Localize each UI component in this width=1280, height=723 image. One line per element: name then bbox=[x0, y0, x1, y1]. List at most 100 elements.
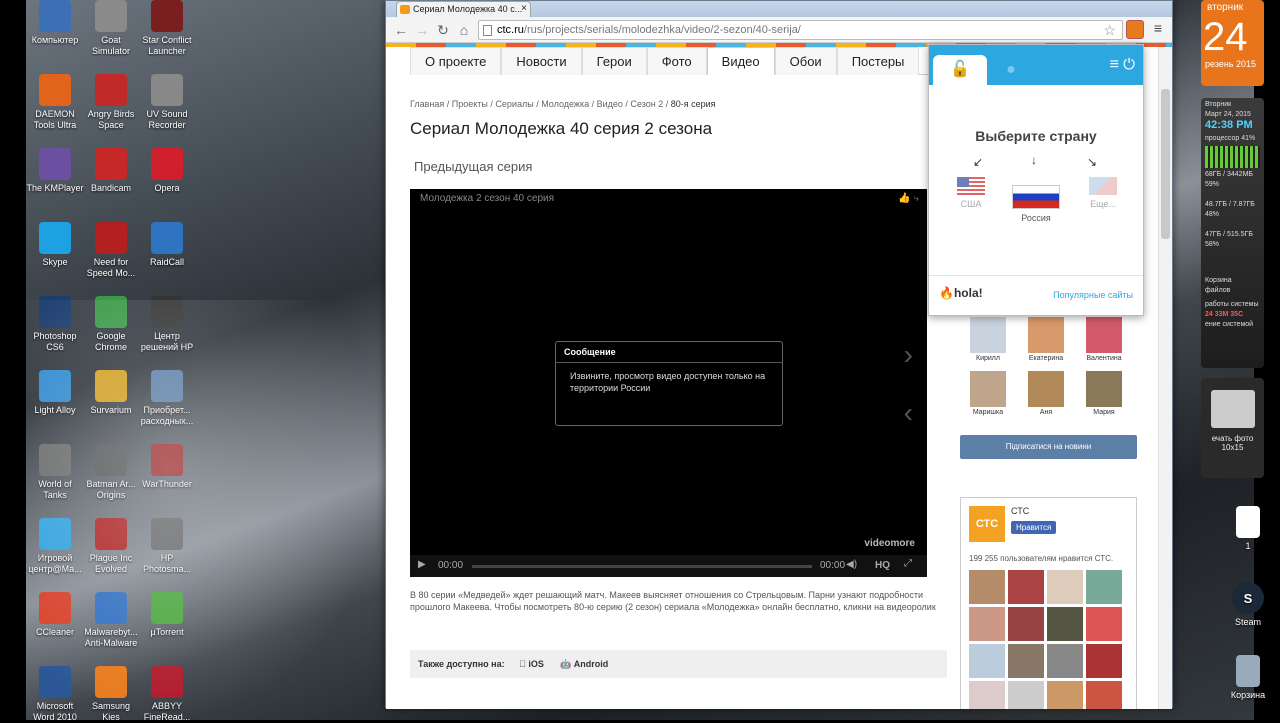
country-usa[interactable]: США bbox=[955, 177, 987, 209]
breadcrumb-link[interactable]: Проекты bbox=[452, 99, 488, 109]
hola-tab-icon[interactable]: ● bbox=[991, 55, 1031, 85]
fb-face[interactable] bbox=[1047, 570, 1083, 604]
volume-icon[interactable]: ◀) bbox=[846, 559, 857, 570]
desktop-icon[interactable]: Bandicam bbox=[82, 148, 140, 194]
vk-friend[interactable]: Валентина bbox=[1084, 317, 1124, 362]
desktop-icon[interactable]: ABBYY FineRead... bbox=[138, 666, 196, 723]
site-nav-tab[interactable]: О проекте bbox=[410, 47, 502, 75]
prev-arrow-icon[interactable]: ‹ bbox=[904, 397, 913, 429]
desktop-icon[interactable]: Microsoft Word 2010 bbox=[26, 666, 84, 723]
breadcrumb-link[interactable]: Сериалы bbox=[495, 99, 533, 109]
breadcrumb-link[interactable]: Сезон 2 bbox=[630, 99, 663, 109]
back-icon[interactable]: ← bbox=[392, 21, 410, 39]
fb-face[interactable] bbox=[1047, 681, 1083, 709]
fb-face[interactable] bbox=[1008, 644, 1044, 678]
breadcrumb-link[interactable]: Главная bbox=[410, 99, 444, 109]
desktop-icon[interactable]: WarThunder bbox=[138, 444, 196, 490]
desktop-icon[interactable]: Angry Birds Space bbox=[82, 74, 140, 131]
desktop-icon[interactable]: Batman Ar... Origins bbox=[82, 444, 140, 501]
desktop-icon[interactable]: Центр решений HP bbox=[138, 296, 196, 353]
desktop-icon[interactable]: Google Chrome bbox=[82, 296, 140, 353]
desktop-icon[interactable]: Goat Simulator bbox=[82, 0, 140, 57]
desktop-icon[interactable]: Malwarebyt... Anti-Malware bbox=[82, 592, 140, 649]
fb-page-name[interactable]: СТС bbox=[1011, 506, 1029, 516]
desktop-icon[interactable]: Survarium bbox=[82, 370, 140, 416]
fb-face[interactable] bbox=[969, 681, 1005, 709]
popular-sites-link[interactable]: Популярные сайты bbox=[1053, 290, 1133, 300]
seek-bar[interactable] bbox=[472, 565, 812, 568]
site-nav-tab[interactable]: Постеры bbox=[836, 47, 920, 75]
address-bar[interactable]: ctc.ru/rus/projects/serials/molodezhka/v… bbox=[478, 20, 1123, 40]
vk-friend[interactable]: Мария bbox=[1084, 371, 1124, 416]
country-more[interactable]: Еще... bbox=[1087, 177, 1119, 209]
desktop-icon[interactable]: Plague Inc Evolved bbox=[82, 518, 140, 575]
fb-face[interactable] bbox=[1086, 681, 1122, 709]
desktop-icon[interactable]: Samsung Kies bbox=[82, 666, 140, 723]
fb-face[interactable] bbox=[1047, 644, 1083, 678]
hamburger-icon[interactable]: ≡ bbox=[1110, 56, 1119, 74]
ios-link[interactable]:  iOS bbox=[519, 659, 544, 669]
home-icon[interactable]: ⌂ bbox=[455, 21, 473, 39]
fb-face[interactable] bbox=[1086, 644, 1122, 678]
desktop-icon[interactable]: Photoshop CS6 bbox=[26, 296, 84, 353]
next-arrow-icon[interactable]: › bbox=[904, 339, 913, 371]
reload-icon[interactable]: ↻ bbox=[434, 21, 452, 39]
site-nav-tab[interactable]: Фото bbox=[646, 47, 707, 75]
desktop-icon[interactable]: Компьютер bbox=[26, 0, 84, 46]
breadcrumb-link[interactable]: Видео bbox=[597, 99, 623, 109]
desktop-icon-doc[interactable]: 1 bbox=[1219, 506, 1277, 552]
fullscreen-icon[interactable]: ⤢ bbox=[904, 558, 912, 569]
bookmark-star-icon[interactable]: ☆ bbox=[1103, 21, 1116, 39]
android-link[interactable]: 🤖 Android bbox=[560, 659, 608, 669]
fb-face[interactable] bbox=[1047, 607, 1083, 641]
desktop-icon[interactable]: Light Alloy bbox=[26, 370, 84, 416]
site-nav-tab[interactable]: Видео bbox=[706, 47, 775, 75]
desktop-icon[interactable]: HP Photosma... bbox=[138, 518, 196, 575]
fb-face[interactable] bbox=[1008, 607, 1044, 641]
site-nav-tab[interactable]: Новости bbox=[501, 47, 582, 75]
desktop-icon[interactable]: Приобрет... расходных... bbox=[138, 370, 196, 427]
vk-friend[interactable]: Екатерина bbox=[1026, 317, 1066, 362]
hq-button[interactable]: HQ bbox=[875, 560, 890, 571]
fb-face[interactable] bbox=[969, 570, 1005, 604]
video-share-icons[interactable]: 👍 ⤷ bbox=[898, 193, 919, 204]
scrollbar-thumb[interactable] bbox=[1161, 89, 1170, 239]
desktop-icon[interactable]: CCleaner bbox=[26, 592, 84, 638]
desktop-icon[interactable]: Star Conflict Launcher bbox=[138, 0, 196, 57]
power-icon[interactable]: ⏻ bbox=[1123, 56, 1135, 73]
desktop-icon[interactable]: The KMPlayer bbox=[26, 148, 84, 194]
close-tab-icon[interactable]: × bbox=[521, 2, 527, 16]
desktop-icon[interactable]: Opera bbox=[138, 148, 196, 194]
vk-friend[interactable]: Маришка bbox=[968, 371, 1008, 416]
prev-episode-link[interactable]: Предыдущая серия bbox=[414, 159, 532, 174]
desktop-icon[interactable]: µTorrent bbox=[138, 592, 196, 638]
fb-face[interactable] bbox=[1086, 607, 1122, 641]
desktop-icon[interactable]: Skype bbox=[26, 222, 84, 268]
fb-face[interactable] bbox=[969, 644, 1005, 678]
desktop-icon-steam[interactable]: S Steam bbox=[1219, 582, 1277, 628]
scrollbar[interactable] bbox=[1158, 47, 1172, 709]
vk-friend[interactable]: Кирилл bbox=[968, 317, 1008, 362]
desktop-icon[interactable]: RaidCall bbox=[138, 222, 196, 268]
video-player[interactable]: Молодежка 2 сезон 40 серия 👍 ⤷ › ‹ Сообщ… bbox=[410, 189, 927, 577]
breadcrumb-link[interactable]: Молодежка bbox=[541, 99, 589, 109]
desktop-icon[interactable]: DAEMON Tools Ultra bbox=[26, 74, 84, 131]
site-nav-tab[interactable]: Обои bbox=[774, 47, 837, 75]
fb-like-button[interactable]: Нравится bbox=[1011, 521, 1057, 534]
chrome-menu-icon[interactable]: ≡ bbox=[1150, 20, 1166, 38]
fb-face[interactable] bbox=[1008, 681, 1044, 709]
browser-tab[interactable]: Сериал Молодежка 40 с... × bbox=[396, 1, 531, 17]
subscribe-button[interactable]: Підписатися на новини bbox=[960, 435, 1137, 459]
desktop-icon-recycle-bin[interactable]: Корзина bbox=[1219, 655, 1277, 701]
play-icon[interactable]: ▶ bbox=[418, 559, 426, 570]
site-nav-tab[interactable]: Герои bbox=[581, 47, 647, 75]
desktop-icon[interactable]: World of Tanks bbox=[26, 444, 84, 501]
fb-face[interactable] bbox=[969, 607, 1005, 641]
fb-face[interactable] bbox=[1086, 570, 1122, 604]
forward-icon[interactable]: → bbox=[413, 21, 431, 39]
hola-extension-icon[interactable] bbox=[1126, 20, 1144, 39]
vk-friend[interactable]: Аня bbox=[1026, 371, 1066, 416]
desktop-icon[interactable]: Need for Speed Mo... bbox=[82, 222, 140, 279]
unlock-icon[interactable]: 🔓 bbox=[933, 55, 987, 85]
fb-face[interactable] bbox=[1008, 570, 1044, 604]
